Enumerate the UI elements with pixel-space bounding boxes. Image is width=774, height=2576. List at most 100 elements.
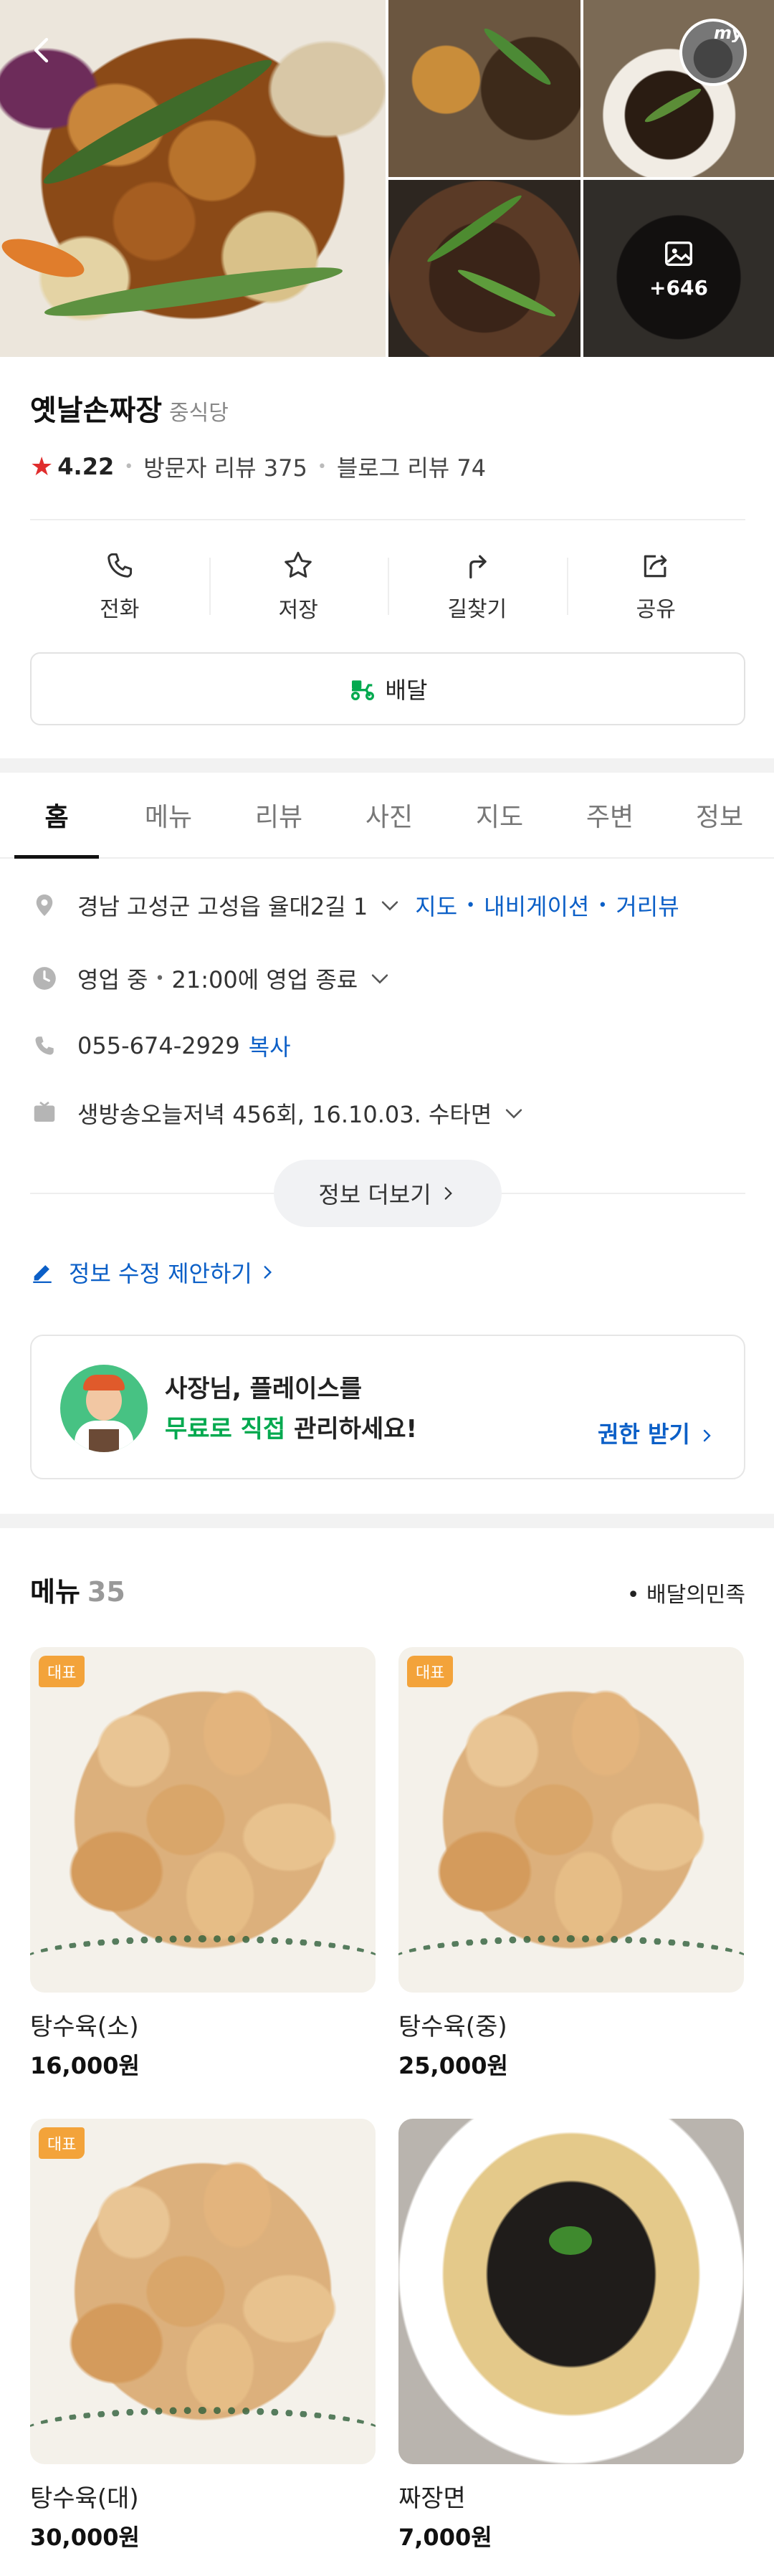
avatar-label: my (714, 23, 743, 43)
menu-item[interactable]: 대표 탕수육(중) 25,000원 (398, 1647, 744, 2081)
tab-home[interactable]: 홈 (0, 773, 113, 859)
hours-row[interactable]: 영업 중 • 21:00에 영업 종료 (30, 962, 392, 995)
menu-name: 탕수육(중) (398, 2013, 507, 2041)
pencil-icon (33, 1265, 52, 1284)
street-view-link[interactable]: 거리뷰 (616, 889, 679, 922)
navigation-link[interactable]: 내비게이션 (484, 889, 589, 922)
menu-photo (398, 2119, 744, 2464)
call-label: 전화 (100, 597, 140, 622)
rating-row: ★ 4.22 • 방문자 리뷰 375 • 블로그 리뷰 74 (30, 450, 486, 483)
copy-button[interactable]: 복사 (249, 1029, 291, 1062)
separator-dot: • (124, 457, 134, 476)
call-button[interactable]: 전화 (30, 536, 209, 636)
chevron-down-icon[interactable] (502, 1101, 526, 1125)
directions-label: 길찾기 (447, 597, 507, 622)
star-icon: ★ (30, 452, 54, 482)
owner-promo-line1: 사장님, 플레이스를 (165, 1375, 362, 1403)
place-title: 옛날손짜장 (30, 394, 162, 427)
map-link[interactable]: 지도 (415, 889, 457, 922)
star-outline-icon (285, 551, 312, 578)
menu-photo: 대표 (398, 1647, 744, 1993)
get-permission-link[interactable]: 권한 받기 (598, 1416, 715, 1449)
phone-row: 055-674-2929 복사 (30, 1029, 291, 1062)
tab-map[interactable]: 지도 (444, 773, 555, 857)
chevron-down-icon[interactable] (378, 893, 402, 917)
my-avatar[interactable]: my (679, 19, 747, 86)
menu-price: 25,000원 (398, 2052, 508, 2079)
menu-price: 30,000원 (30, 2524, 140, 2551)
section-gap (0, 758, 774, 773)
more-info-button[interactable]: 정보 더보기 (274, 1160, 502, 1227)
menu-name: 탕수육(대) (30, 2484, 139, 2513)
owner-promo-line2: 관리하세요! (285, 1415, 417, 1444)
save-button[interactable]: 저장 (209, 536, 388, 636)
menu-name: 탕수육(소) (30, 2013, 139, 2041)
divider (30, 519, 745, 520)
owner-promo-text: 사장님, 플레이스를 무료로 직접 관리하세요! (165, 1369, 417, 1449)
section-gap (0, 1514, 774, 1528)
place-category: 중식당 (169, 401, 229, 426)
separator-dot: • (466, 896, 476, 915)
tab-nearby[interactable]: 주변 (555, 773, 665, 857)
phone-icon (30, 1031, 59, 1060)
chevron-right-icon (703, 1429, 711, 1442)
tab-bar: 홈 메뉴 리뷰 사진 지도 주변 정보 (0, 773, 774, 859)
photo-count-label: +646 (649, 276, 708, 300)
menu-photo: 대표 (30, 2119, 376, 2464)
share-button[interactable]: 공유 (566, 536, 746, 636)
menu-item[interactable]: 대표 탕수육(소) 16,000원 (30, 1647, 376, 2081)
separator-dot: • (317, 457, 327, 476)
menu-item[interactable]: 대표 탕수육(대) 30,000원 (30, 2119, 376, 2552)
menu-source[interactable]: • 배달의민족 (627, 1577, 745, 1608)
signature-badge: 대표 (407, 1656, 454, 1687)
photo-thumb[interactable] (388, 180, 580, 357)
phone-icon (108, 553, 132, 578)
chevron-right-icon (444, 1187, 452, 1200)
location-pin-icon (30, 891, 59, 920)
menu-title: 메뉴 (30, 1576, 80, 1608)
chevron-left-icon (34, 37, 49, 63)
action-bar: 전화 저장 길찾기 공유 (30, 536, 745, 636)
photo-thumb[interactable] (583, 0, 774, 177)
tab-reviews[interactable]: 리뷰 (224, 773, 334, 857)
photo-thumb[interactable] (388, 0, 580, 177)
tab-photos[interactable]: 사진 (334, 773, 444, 857)
share-label: 공유 (636, 597, 676, 622)
address-row: 경남 고성군 고성읍 율대2길 1 지도 • 내비게이션 • 거리뷰 (30, 889, 679, 922)
menu-price: 7,000원 (398, 2524, 492, 2551)
back-button[interactable] (22, 29, 64, 72)
tab-menu[interactable]: 메뉴 (113, 773, 224, 857)
menu-count: 35 (87, 1576, 125, 1608)
chevron-right-icon (264, 1266, 272, 1279)
directions-icon (469, 555, 487, 579)
address-text[interactable]: 경남 고성군 고성읍 율대2길 1 (77, 889, 368, 922)
save-label: 저장 (278, 598, 318, 623)
visitor-reviews-link[interactable]: 방문자 리뷰 375 (143, 450, 307, 483)
suggest-edit-label: 정보 수정 제안하기 (69, 1260, 252, 1287)
open-status: 영업 중 (77, 966, 148, 993)
separator-dot: • (598, 896, 608, 915)
more-info-label: 정보 더보기 (318, 1181, 431, 1208)
closing-time: 21:00에 영업 종료 (171, 966, 358, 993)
separator-dot: • (155, 969, 165, 988)
directions-button[interactable]: 길찾기 (388, 536, 567, 636)
signature-badge: 대표 (39, 2127, 85, 2159)
tab-info[interactable]: 정보 (665, 773, 774, 857)
blog-reviews-link[interactable]: 블로그 리뷰 74 (337, 450, 486, 483)
suggest-edit-link[interactable]: 정보 수정 제안하기 (30, 1256, 291, 1289)
phone-number[interactable]: 055-674-2929 (77, 1032, 240, 1059)
chevron-down-icon[interactable] (368, 966, 392, 991)
tv-info-row[interactable]: 생방송오늘저녁 456회, 16.10.03. 수타면 (30, 1097, 526, 1130)
menu-price: 16,000원 (30, 2052, 140, 2079)
get-permission-label: 권한 받기 (597, 1421, 690, 1448)
menu-item[interactable]: 짜장면 7,000원 (398, 2119, 744, 2552)
delivery-label: 배달 (385, 677, 428, 704)
delivery-button[interactable]: 배달 (30, 652, 745, 725)
clock-icon (30, 964, 59, 993)
tv-icon (30, 1099, 59, 1127)
place-header: 옛날손짜장 중식당 (30, 387, 229, 429)
share-icon (644, 555, 667, 578)
owner-promo-card[interactable]: 사장님, 플레이스를 무료로 직접 관리하세요! 권한 받기 (30, 1335, 745, 1479)
menu-section-title: 메뉴 35 (30, 1570, 125, 1609)
more-photos-button[interactable]: +646 (583, 180, 774, 357)
